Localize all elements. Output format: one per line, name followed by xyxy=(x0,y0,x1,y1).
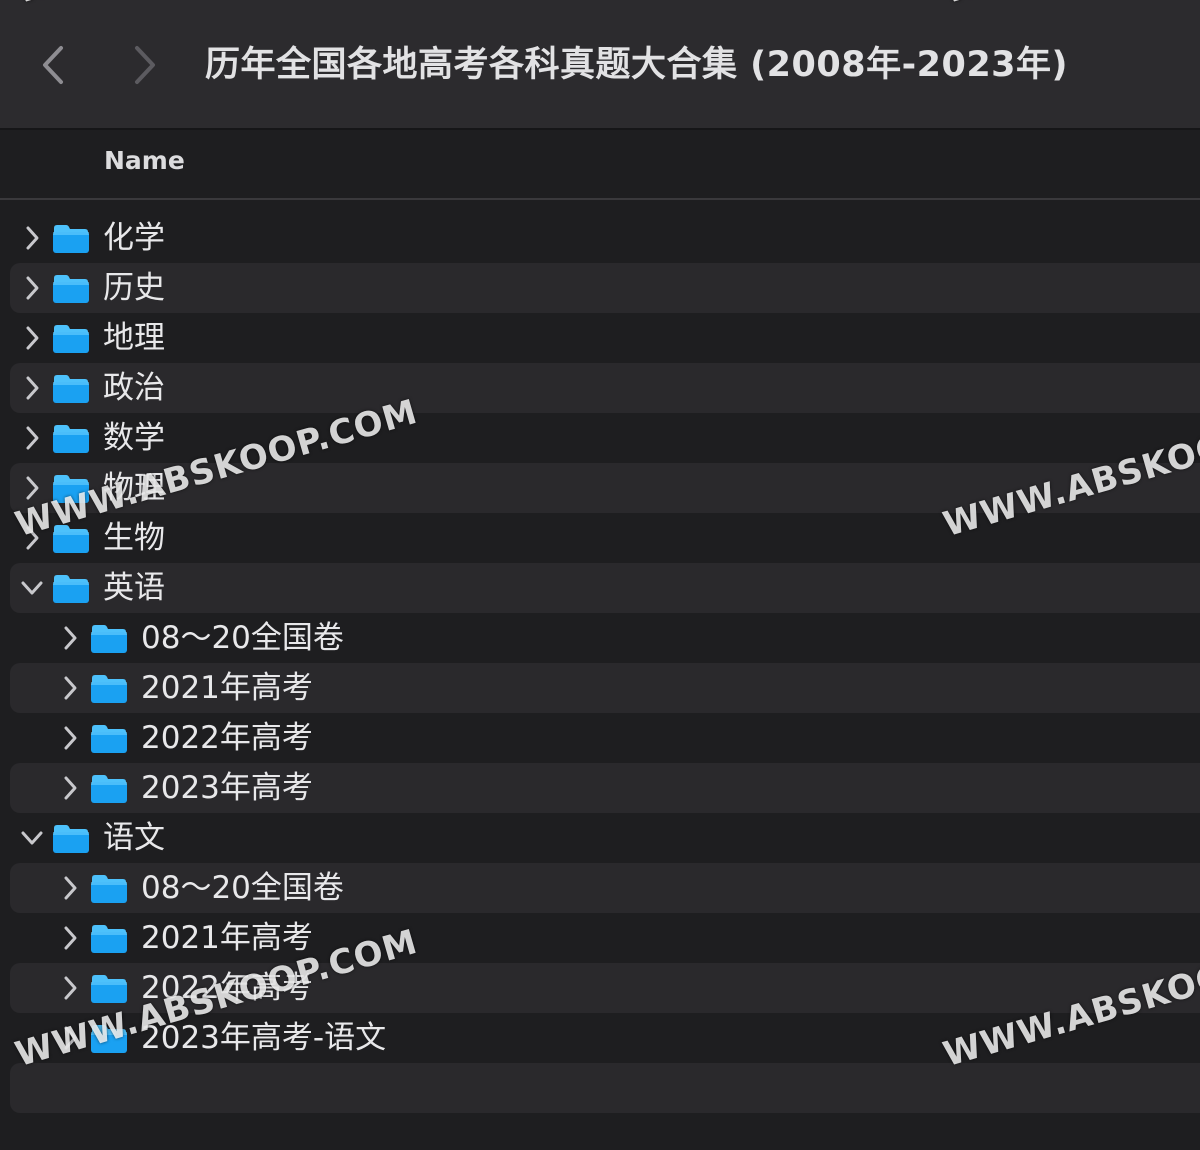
list-item-label: 历史 xyxy=(103,270,165,306)
folder-icon xyxy=(90,972,128,1004)
list-item[interactable]: 政治 xyxy=(10,363,1200,413)
finder-window: 历年全国各地高考各科真题大合集 (2008年-2023年) Name 化学历史地… xyxy=(0,0,1200,1150)
list-item[interactable]: 物理 xyxy=(10,463,1200,513)
title-bar: 历年全国各地高考各科真题大合集 (2008年-2023年) xyxy=(0,0,1200,130)
chevron-right-icon[interactable] xyxy=(20,223,44,253)
list-item[interactable]: 2022年高考 xyxy=(10,963,1200,1013)
list-item[interactable]: 2021年高考 xyxy=(10,913,1200,963)
list-item[interactable]: 英语 xyxy=(10,563,1200,613)
chevron-right-icon[interactable] xyxy=(20,273,44,303)
list-item-label: 化学 xyxy=(103,220,165,256)
chevron-right-icon[interactable] xyxy=(20,423,44,453)
folder-icon xyxy=(52,572,90,604)
list-item-label: 2021年高考 xyxy=(141,670,313,706)
column-header[interactable]: Name xyxy=(0,132,1200,200)
folder-icon xyxy=(52,272,90,304)
list-item-label: 08～20全国卷 xyxy=(141,870,344,906)
folder-icon xyxy=(52,322,90,354)
list-item-label: 2022年高考 xyxy=(141,970,313,1006)
list-item[interactable]: 化学 xyxy=(10,213,1200,263)
folder-icon xyxy=(90,772,128,804)
back-button[interactable] xyxy=(34,40,74,90)
folder-icon xyxy=(90,722,128,754)
chevron-left-icon xyxy=(43,46,63,84)
list-item-label: 2023年高考 xyxy=(141,770,313,806)
chevron-right-icon[interactable] xyxy=(58,873,82,903)
folder-icon xyxy=(90,922,128,954)
list-item[interactable]: 2023年高考-语文 xyxy=(10,1013,1200,1063)
chevron-down-icon[interactable] xyxy=(20,573,44,603)
folder-icon xyxy=(90,622,128,654)
folder-icon xyxy=(90,672,128,704)
list-item-label: 语文 xyxy=(103,820,165,856)
list-item[interactable]: 08～20全国卷 xyxy=(10,613,1200,663)
list-item[interactable]: 08～20全国卷 xyxy=(10,863,1200,913)
list-item[interactable]: 2022年高考 xyxy=(10,713,1200,763)
list-item-label: 物理 xyxy=(103,470,165,506)
chevron-right-icon[interactable] xyxy=(20,373,44,403)
folder-icon xyxy=(52,822,90,854)
chevron-right-icon xyxy=(135,46,155,84)
chevron-right-icon[interactable] xyxy=(58,773,82,803)
chevron-right-icon[interactable] xyxy=(58,723,82,753)
list-item[interactable]: 2021年高考 xyxy=(10,663,1200,713)
chevron-down-icon[interactable] xyxy=(20,823,44,853)
list-item-label: 2023年高考-语文 xyxy=(141,1020,387,1056)
list-item[interactable]: 语文 xyxy=(10,813,1200,863)
list-item-label: 08～20全国卷 xyxy=(141,620,344,656)
folder-icon xyxy=(90,872,128,904)
chevron-right-icon[interactable] xyxy=(58,623,82,653)
column-name-header[interactable]: Name xyxy=(104,146,185,175)
list-item[interactable]: 2023年高考 xyxy=(10,763,1200,813)
chevron-right-icon[interactable] xyxy=(58,923,82,953)
chevron-right-icon[interactable] xyxy=(58,1023,82,1053)
chevron-right-icon[interactable] xyxy=(58,673,82,703)
list-item-label: 英语 xyxy=(103,570,165,606)
list-item-label: 数学 xyxy=(103,420,165,456)
folder-icon xyxy=(52,372,90,404)
chevron-right-icon[interactable] xyxy=(58,973,82,1003)
list-item-label: 2021年高考 xyxy=(141,920,313,956)
list-item-label: 地理 xyxy=(103,320,165,356)
folder-icon xyxy=(52,422,90,454)
folder-icon xyxy=(52,472,90,504)
folder-icon xyxy=(90,1022,128,1054)
file-list: 化学历史地理政治数学物理生物英语 08～20全国卷 2021年高考 2022年高考 20… xyxy=(0,213,1200,1113)
forward-button[interactable] xyxy=(124,40,164,90)
window-title: 历年全国各地高考各科真题大合集 (2008年-2023年) xyxy=(205,45,1069,85)
list-item-label: 2022年高考 xyxy=(141,720,313,756)
chevron-right-icon[interactable] xyxy=(20,473,44,503)
empty-row xyxy=(10,1063,1200,1113)
list-item[interactable]: 历史 xyxy=(10,263,1200,313)
list-item-label: 生物 xyxy=(103,520,165,556)
list-item[interactable]: 地理 xyxy=(10,313,1200,363)
list-item-label: 政治 xyxy=(103,370,165,406)
folder-icon xyxy=(52,222,90,254)
chevron-right-icon[interactable] xyxy=(20,523,44,553)
folder-icon xyxy=(52,522,90,554)
chevron-right-icon[interactable] xyxy=(20,323,44,353)
list-item[interactable]: 数学 xyxy=(10,413,1200,463)
list-item[interactable]: 生物 xyxy=(10,513,1200,563)
